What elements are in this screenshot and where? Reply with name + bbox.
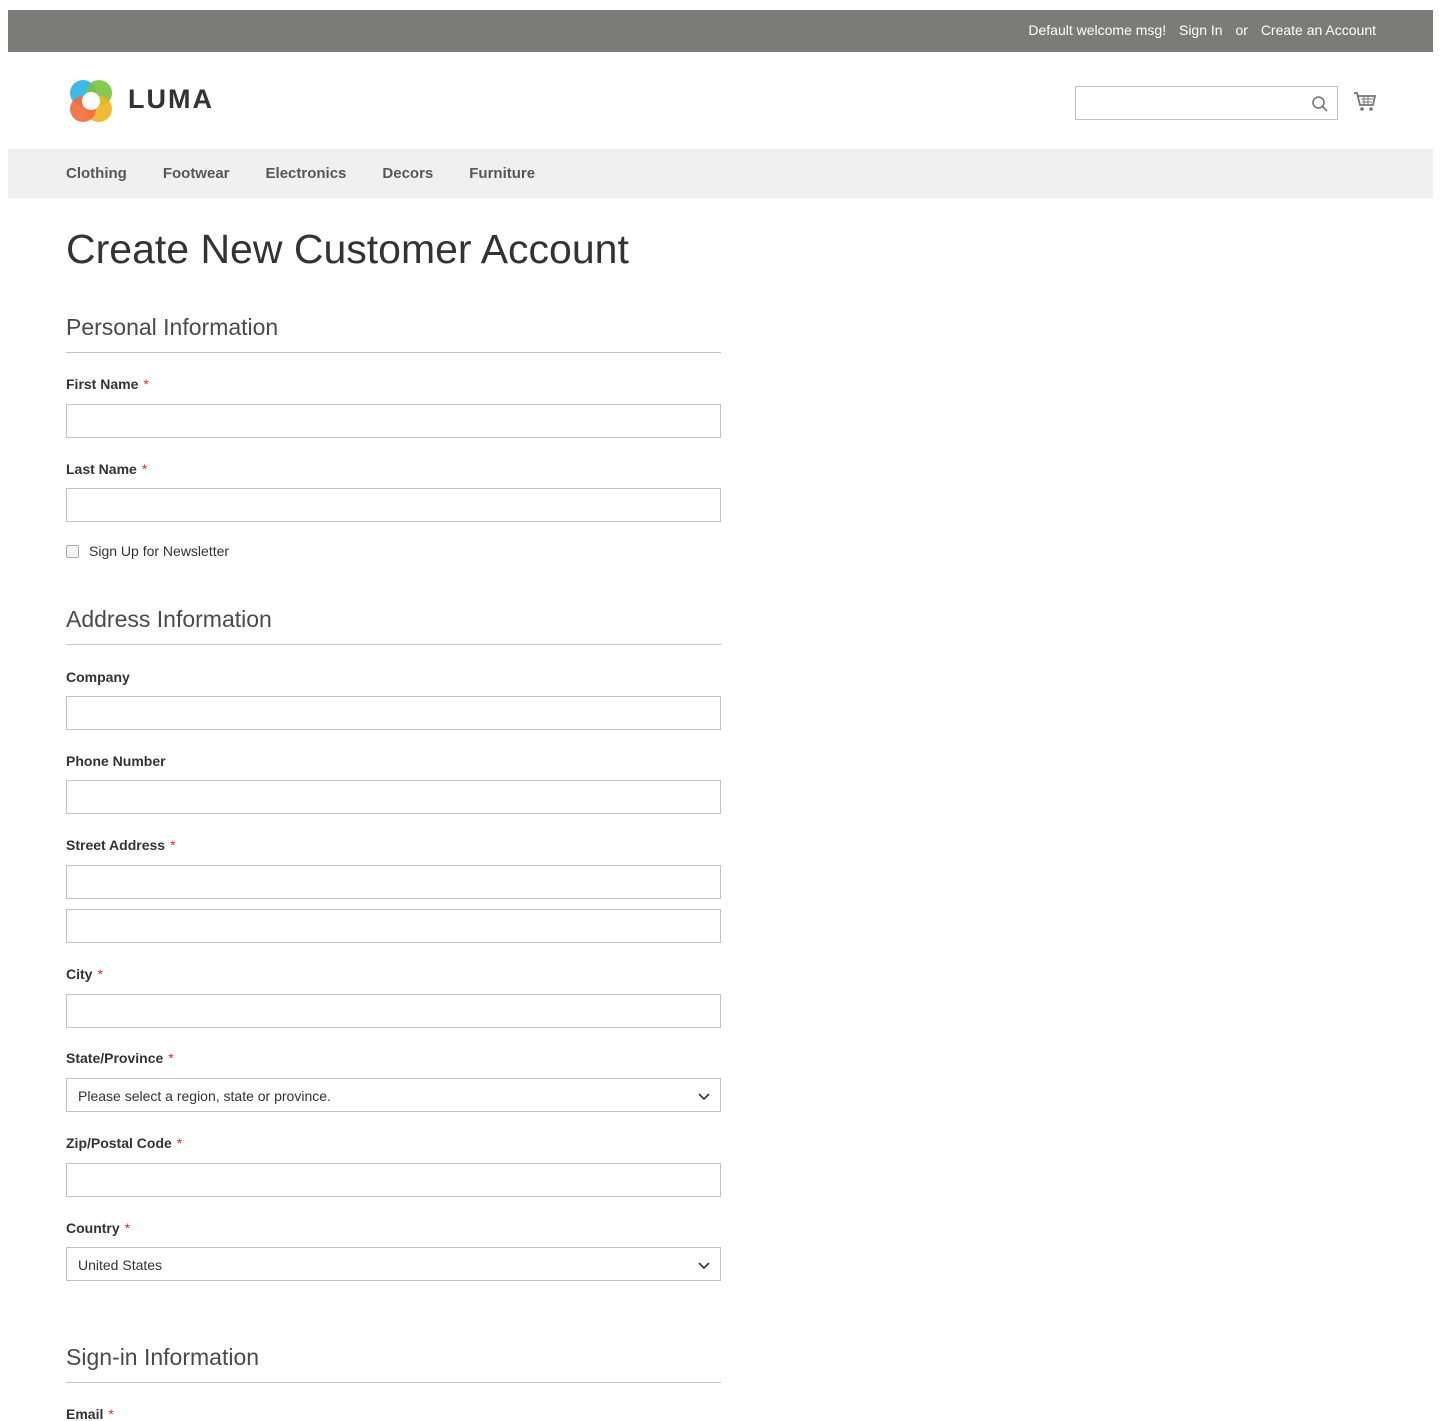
- required-marker: *: [143, 376, 149, 392]
- header: LUMA: [8, 52, 1433, 149]
- top-bar: Default welcome msg! Sign In or Create a…: [8, 10, 1433, 52]
- zip-label: Zip/Postal Code *: [66, 1135, 182, 1151]
- country-select[interactable]: United States: [66, 1247, 721, 1281]
- country-label-text: Country: [66, 1220, 120, 1236]
- city-label: City *: [66, 966, 103, 982]
- street-label-text: Street Address: [66, 837, 166, 853]
- search-icon[interactable]: [1311, 95, 1329, 113]
- last-name-label: Last Name *: [66, 461, 147, 477]
- last-name-label-text: Last Name: [66, 461, 137, 477]
- sign-in-link[interactable]: Sign In: [1179, 22, 1223, 38]
- create-account-link[interactable]: Create an Account: [1261, 22, 1376, 38]
- email-label-text: Email: [66, 1406, 104, 1421]
- first-name-label: First Name *: [66, 376, 149, 392]
- street-label: Street Address *: [66, 837, 176, 853]
- chevron-down-icon: [698, 1262, 710, 1270]
- header-links: Default welcome msg! Sign In or Create a…: [1019, 22, 1376, 38]
- page-title: Create New Customer Account: [66, 226, 629, 272]
- address-info-legend: Address Information: [66, 606, 272, 632]
- chevron-down-icon: [698, 1093, 710, 1101]
- company-field[interactable]: [66, 696, 721, 730]
- logo-icon: [70, 80, 112, 122]
- search-input[interactable]: [1076, 87, 1306, 119]
- address-info-divider: [66, 644, 721, 645]
- city-field[interactable]: [66, 994, 721, 1028]
- email-label: Email *: [66, 1406, 114, 1421]
- company-label: Company: [66, 669, 130, 685]
- street-line-1-field[interactable]: [66, 865, 721, 899]
- logo[interactable]: LUMA: [66, 76, 226, 126]
- zip-label-text: Zip/Postal Code: [66, 1135, 172, 1151]
- required-marker: *: [97, 966, 103, 982]
- required-marker: *: [108, 1406, 114, 1421]
- required-marker: *: [168, 1050, 174, 1066]
- street-line-2-field[interactable]: [66, 909, 721, 943]
- required-marker: *: [141, 461, 148, 477]
- personal-info-divider: [66, 352, 721, 353]
- or-text: or: [1235, 22, 1248, 38]
- personal-info-legend: Personal Information: [66, 314, 279, 340]
- required-marker: *: [170, 837, 176, 853]
- nav-item-furniture[interactable]: Furniture: [469, 165, 535, 182]
- newsletter-label: Sign Up for Newsletter: [89, 543, 230, 559]
- logo-text: LUMA: [128, 84, 214, 114]
- zip-field[interactable]: [66, 1163, 721, 1197]
- first-name-label-text: First Name: [66, 376, 139, 392]
- nav-item-decors[interactable]: Decors: [382, 165, 433, 182]
- required-marker: *: [124, 1220, 131, 1236]
- city-label-text: City: [66, 966, 93, 982]
- welcome-message: Default welcome msg!: [1028, 22, 1167, 38]
- newsletter-option[interactable]: Sign Up for Newsletter: [66, 543, 229, 559]
- last-name-field[interactable]: [66, 488, 721, 522]
- country-select-value: United States: [78, 1257, 163, 1273]
- state-label-text: State/Province: [66, 1050, 164, 1066]
- cart-icon[interactable]: [1353, 90, 1377, 114]
- phone-field[interactable]: [66, 780, 721, 814]
- required-marker: *: [176, 1135, 183, 1151]
- state-select-value: Please select a region, state or provinc…: [78, 1088, 331, 1104]
- country-label: Country *: [66, 1220, 130, 1236]
- phone-label-text: Phone Number: [66, 753, 166, 769]
- nav-item-clothing[interactable]: Clothing: [66, 165, 127, 182]
- first-name-field[interactable]: [66, 404, 721, 438]
- nav-item-footwear[interactable]: Footwear: [163, 165, 230, 182]
- nav-item-electronics[interactable]: Electronics: [266, 165, 347, 182]
- newsletter-checkbox[interactable]: [66, 544, 79, 558]
- main-nav: Clothing Footwear Electronics Decors Fur…: [8, 149, 1433, 198]
- company-label-text: Company: [66, 669, 130, 685]
- signin-info-legend: Sign-in Information: [66, 1344, 260, 1370]
- signin-info-divider: [66, 1382, 721, 1383]
- state-select[interactable]: Please select a region, state or provinc…: [66, 1078, 721, 1112]
- state-label: State/Province *: [66, 1050, 174, 1066]
- phone-label: Phone Number: [66, 753, 166, 769]
- search-box: [1075, 86, 1338, 120]
- page-frame: Default welcome msg! Sign In or Create a…: [8, 10, 1433, 1421]
